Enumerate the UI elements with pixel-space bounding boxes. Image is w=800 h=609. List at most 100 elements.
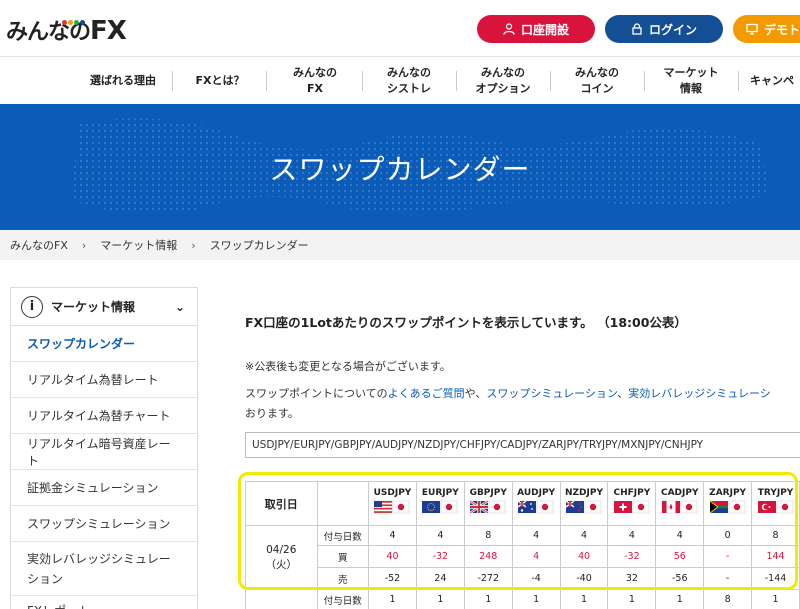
- nav-item-minna-fx[interactable]: みんなの FX: [272, 57, 358, 105]
- trade-date-cell: 04/26 （火）: [245, 525, 318, 590]
- nav-item-coin[interactable]: みんなの コイン: [554, 57, 640, 105]
- desc-part: や、: [464, 387, 487, 400]
- row-label-sell: 売: [316, 567, 370, 590]
- login-label: ログイン: [648, 22, 697, 37]
- sell-cell: -144: [751, 567, 800, 590]
- nav-item-market[interactable]: マーケット 情報: [648, 57, 734, 105]
- sidebar-item-realtime-rate[interactable]: リアルタイム為替レート: [11, 362, 197, 398]
- currency-header-eurjpy: EURJPY: [415, 481, 465, 526]
- currency-header-tryjpy: TRYJPY: [751, 481, 800, 526]
- days-cell: 1: [559, 589, 609, 609]
- table-row-sell: 売 -52 24 -272 -4 -40 32 -56 - -144: [246, 567, 800, 590]
- description-text: スワップポイントについてのよくあるご質問や、スワップシミュレーション、実効レバレ…: [245, 384, 800, 424]
- currency-header-zarjpy: ZARJPY: [703, 481, 753, 526]
- buy-cell: -32: [607, 545, 657, 568]
- nav-divider: [456, 71, 457, 91]
- sell-cell: -: [703, 567, 753, 590]
- sell-cell: -272: [463, 567, 513, 590]
- days-cell: 4: [415, 525, 465, 546]
- breadcrumb-home[interactable]: みんなのFX: [10, 237, 68, 253]
- buy-cell: 40: [559, 545, 609, 568]
- days-cell: 4: [655, 525, 705, 546]
- trade-date-header: 取引日: [245, 481, 318, 526]
- nav-divider: [644, 71, 645, 91]
- days-cell: 4: [559, 525, 609, 546]
- row-label-days: 付与日数: [316, 589, 370, 609]
- sidebar-item-margin-sim[interactable]: 証拠金シミュレーション: [11, 470, 197, 506]
- currency-header-nzdjpy: NZDJPY: [559, 481, 609, 526]
- nav-item-campaign[interactable]: キャンペ: [742, 57, 800, 105]
- days-cell: 4: [607, 525, 657, 546]
- currency-header-audjpy: AUDJPY: [511, 481, 561, 526]
- open-account-button[interactable]: 口座開設: [477, 15, 595, 43]
- days-cell: 1: [751, 589, 800, 609]
- days-cell: 0: [703, 525, 753, 546]
- sell-cell: -52: [368, 567, 417, 590]
- nav-divider: [738, 71, 739, 91]
- currency-header-chfjpy: CHFJPY: [607, 481, 657, 526]
- buy-cell: 248: [463, 545, 513, 568]
- nav-item-reasons[interactable]: 選ばれる理由: [80, 57, 166, 105]
- tr-jp-flag-icon: [757, 500, 793, 514]
- nav-item-what-is-fx[interactable]: FXとは？: [180, 57, 260, 105]
- sidebar-heading-label: マーケット情報: [51, 300, 136, 314]
- nav-divider: [550, 71, 551, 91]
- user-icon: [503, 23, 515, 35]
- buy-cell: 40: [368, 545, 417, 568]
- sidebar-item-swap-calendar[interactable]: スワップカレンダー: [11, 326, 197, 362]
- hero-banner: スワップカレンダー: [0, 104, 800, 230]
- nz-jp-flag-icon: [565, 500, 602, 514]
- table-row-days: 付与日数 1 1 1 1 1 1 1 8 1: [245, 589, 800, 609]
- table-row-buy: 買 40 -32 248 4 40 -32 56 - 144: [246, 545, 800, 568]
- breadcrumb-market[interactable]: マーケット情報: [100, 237, 177, 253]
- sidebar-heading[interactable]: i マーケット情報 ⌄: [11, 288, 197, 326]
- currency-pairs-box: USDJPY/EURJPY/GBPJPY/AUDJPY/NZDJPY/CHFJP…: [245, 432, 800, 458]
- sidebar-item-swap-sim[interactable]: スワップシミュレーション: [11, 506, 197, 542]
- trade-weekday: （火）: [265, 558, 298, 571]
- currency-label: USDJPY: [373, 488, 412, 498]
- sell-cell: -4: [511, 567, 561, 590]
- nav-divider: [362, 71, 363, 91]
- breadcrumb: みんなのFX › マーケット情報 › スワップカレンダー: [0, 230, 800, 260]
- days-cell: 1: [368, 589, 417, 609]
- table-row-days: 04/26 （火） 付与日数 4 4 8 4 4 4 4 0 8: [245, 525, 800, 590]
- main-nav: 選ばれる理由 FXとは？ みんなの FX みんなの シストレ みんなの オプショ…: [0, 56, 800, 104]
- eu-jp-flag-icon: [422, 500, 458, 514]
- notice-text: ※公表後も変更となる場合がございます。: [245, 360, 451, 373]
- currency-header-cadjpy: CADJPY: [655, 481, 705, 526]
- row-label-buy: 買: [316, 545, 370, 568]
- desc-part: スワップポイントについての: [245, 387, 388, 400]
- sidebar-item-fx-report[interactable]: FXレポート: [11, 596, 197, 609]
- currency-label: GBPJPY: [469, 488, 507, 498]
- currency-header-usdjpy: USDJPY: [368, 481, 417, 526]
- swap-sim-link[interactable]: スワップシミュレーション: [486, 387, 617, 400]
- sidebar-item-realtime-chart[interactable]: リアルタイム為替チャート: [11, 398, 197, 434]
- currency-label: ZARJPY: [709, 488, 747, 498]
- leverage-sim-link[interactable]: 実効レバレッジシミュレーシ: [628, 387, 771, 400]
- breadcrumb-current: スワップカレンダー: [209, 239, 309, 252]
- faq-link[interactable]: よくあるご質問: [388, 387, 465, 400]
- buy-cell: 144: [751, 545, 800, 568]
- currency-label: NZDJPY: [564, 488, 603, 498]
- chevron-down-icon[interactable]: ⌄: [175, 300, 185, 314]
- nav-item-systrade[interactable]: みんなの シストレ: [366, 57, 452, 105]
- sell-cell: 32: [607, 567, 657, 590]
- open-account-label: 口座開設: [520, 22, 569, 37]
- top-bar: みんなのFX 口座開設 ログイン デモト: [0, 0, 800, 56]
- demo-button[interactable]: デモト: [733, 15, 800, 43]
- sidebar-item-leverage-sim[interactable]: 実効レバレッジシミュレーション: [11, 542, 197, 596]
- lock-icon: [632, 23, 642, 35]
- trade-date: 04/26: [266, 543, 297, 556]
- us-jp-flag-icon: [374, 500, 410, 514]
- nav-item-option[interactable]: みんなの オプション: [460, 57, 546, 105]
- currency-label: AUDJPY: [517, 488, 556, 498]
- buy-cell: 56: [655, 545, 705, 568]
- days-cell: 1: [511, 589, 561, 609]
- au-jp-flag-icon: [518, 500, 554, 514]
- login-button[interactable]: ログイン: [605, 15, 723, 43]
- sell-cell: 24: [415, 567, 465, 590]
- sidebar-item-crypto-rate[interactable]: リアルタイム暗号資産レート: [11, 434, 197, 470]
- lead-text: FX口座の1Lotあたりのスワップポイントを表示しています。 （18:00公表）: [245, 315, 687, 330]
- days-cell: 8: [463, 525, 513, 546]
- chevron-right-icon: ›: [81, 238, 87, 252]
